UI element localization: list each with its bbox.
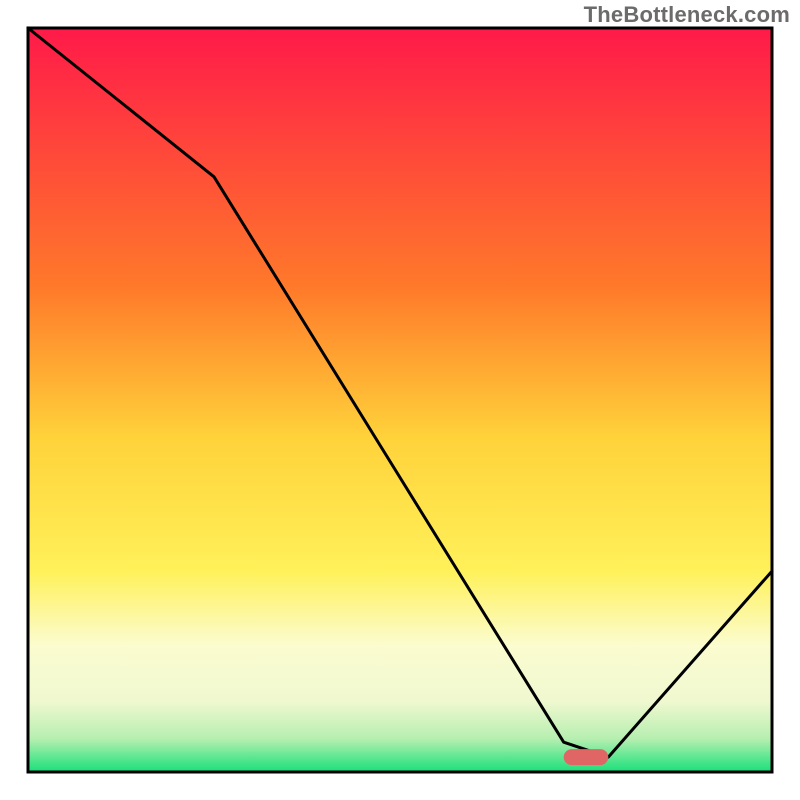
optimal-marker: [564, 749, 609, 765]
gradient-background: [28, 28, 772, 772]
bottleneck-chart: [0, 0, 800, 800]
chart-stage: TheBottleneck.com: [0, 0, 800, 800]
